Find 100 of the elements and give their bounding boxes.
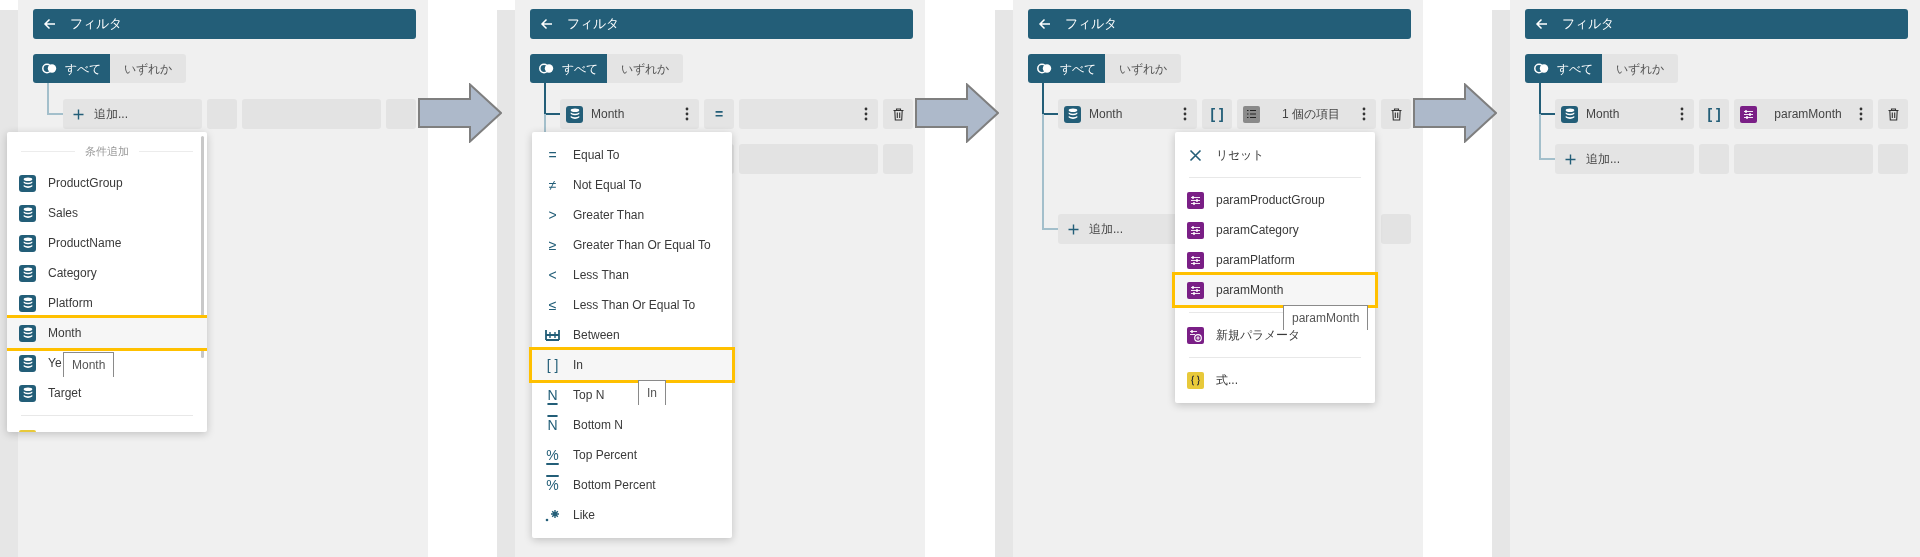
- trash-icon: [1887, 107, 1899, 121]
- menu-item[interactable]: 式...: [1175, 365, 1250, 395]
- parameter-icon: [1187, 251, 1204, 269]
- mode-tab[interactable]: いずれか: [1105, 54, 1181, 83]
- menu-item[interactable]: ProductGroup: [7, 168, 135, 198]
- parameter-icon: [1187, 191, 1204, 209]
- back-arrow-icon[interactable]: [1535, 18, 1548, 30]
- menu-item[interactable]: < Less Than: [532, 260, 641, 290]
- database-icon: [19, 384, 36, 402]
- field-select[interactable]: Month: [1058, 99, 1197, 129]
- intersect-icon: [1534, 63, 1549, 74]
- database-icon: [1064, 105, 1081, 123]
- header-title: フィルタ: [1562, 15, 1614, 34]
- delete-button[interactable]: [883, 99, 913, 129]
- operator-symbol: [ ]: [545, 358, 560, 372]
- database-icon: [19, 354, 36, 372]
- intersect-icon: [42, 63, 57, 74]
- operator-symbol: ≠: [547, 178, 558, 192]
- menu-item[interactable]: % Bottom Percent: [532, 470, 668, 500]
- mode-tab[interactable]: すべて: [33, 54, 110, 83]
- operator-button[interactable]: [ ]: [1202, 99, 1232, 129]
- parameter-icon: [1187, 221, 1204, 239]
- database-icon: [19, 174, 36, 192]
- menu-item[interactable]: paramMonth: [1175, 275, 1375, 305]
- mode-tab[interactable]: いずれか: [607, 54, 683, 83]
- menu-item[interactable]: Target: [7, 378, 94, 408]
- plus-icon: [1565, 153, 1576, 165]
- delete-button[interactable]: [1381, 99, 1411, 129]
- mode-tab[interactable]: すべて: [530, 54, 607, 83]
- operator-symbol: =: [547, 148, 558, 162]
- database-icon: [1561, 105, 1578, 123]
- operator-symbol: N: [546, 418, 559, 432]
- menu-item[interactable]: paramPlatform: [1175, 245, 1307, 275]
- menu-item[interactable]: Month: [7, 318, 207, 348]
- more-icon: [864, 107, 868, 121]
- mode-tab[interactable]: すべて: [1525, 54, 1602, 83]
- between-icon: [544, 329, 561, 341]
- menu-item[interactable]: ≥ Greater Than Or Equal To: [532, 230, 723, 260]
- field-select[interactable]: Month: [560, 99, 699, 129]
- mode-tab[interactable]: すべて: [1028, 54, 1105, 83]
- add-button[interactable]: 追加...: [63, 99, 202, 129]
- plus-icon: [1068, 223, 1079, 235]
- menu-item[interactable]: N Top N: [532, 380, 617, 410]
- scrollbar[interactable]: [201, 136, 204, 358]
- operator-button[interactable]: =: [704, 99, 734, 129]
- operator-button[interactable]: [ ]: [1699, 99, 1729, 129]
- header-title: フィルタ: [70, 15, 122, 34]
- menu-item[interactable]: % Top Percent: [532, 440, 650, 470]
- section-heading: 条件追加: [85, 143, 129, 159]
- list-icon: [1243, 105, 1260, 123]
- trash-icon: [892, 107, 904, 121]
- mode-tab[interactable]: いずれか: [110, 54, 186, 83]
- plus-icon: [73, 108, 84, 120]
- parameter-icon: [1740, 105, 1757, 123]
- braces-icon: [1187, 371, 1204, 389]
- trash-icon: [1390, 107, 1402, 121]
- more-icon: [685, 107, 689, 121]
- menu-item[interactable]: [ ] In: [532, 350, 732, 380]
- database-icon: [19, 204, 36, 222]
- more-icon: [1859, 107, 1863, 121]
- database-icon: [19, 324, 36, 342]
- menu-item[interactable]: ProductName: [7, 228, 134, 258]
- tooltip: In: [638, 380, 666, 405]
- menu-item[interactable]: N Bottom N: [532, 410, 635, 440]
- menu-item[interactable]: paramProductGroup: [1175, 185, 1337, 215]
- menu-item[interactable]: Sales: [7, 198, 91, 228]
- back-arrow-icon[interactable]: [43, 18, 56, 30]
- menu-item[interactable]: リセット: [1175, 140, 1276, 170]
- menu-item[interactable]: Category: [7, 258, 109, 288]
- operator-symbol: %: [545, 448, 560, 462]
- intersect-icon: [1037, 63, 1052, 74]
- mode-tab[interactable]: いずれか: [1602, 54, 1678, 83]
- menu-item[interactable]: > Greater Than: [532, 200, 657, 230]
- add-parameter-icon: [1187, 326, 1204, 344]
- parameter-icon: [1187, 281, 1204, 299]
- field-select[interactable]: Month: [1555, 99, 1694, 129]
- add-button[interactable]: 追加...: [1555, 144, 1694, 174]
- database-icon: [566, 105, 583, 123]
- more-icon: [1362, 107, 1366, 121]
- operator-symbol: N: [546, 388, 559, 402]
- database-icon: [19, 234, 36, 252]
- operator-symbol: >: [547, 208, 558, 222]
- menu-item[interactable]: Platform: [7, 288, 105, 318]
- operator-symbol: ≤: [547, 298, 558, 312]
- tooltip: Month: [63, 352, 115, 377]
- menu-item[interactable]: ≤ Less Than Or Equal To: [532, 290, 708, 320]
- menu-item[interactable]: Between: [532, 320, 632, 350]
- database-icon: [19, 264, 36, 282]
- menu-item[interactable]: ≠ Not Equal To: [532, 170, 654, 200]
- value-select[interactable]: 1 個の項目: [1237, 99, 1376, 129]
- database-icon: [19, 294, 36, 312]
- back-arrow-icon[interactable]: [540, 18, 553, 30]
- more-icon: [1183, 107, 1187, 121]
- menu-item[interactable]: = Equal To: [532, 140, 632, 170]
- delete-button[interactable]: [1878, 99, 1908, 129]
- menu-item[interactable]: Like: [532, 500, 607, 530]
- header-title: フィルタ: [567, 15, 619, 34]
- back-arrow-icon[interactable]: [1038, 18, 1051, 30]
- value-select[interactable]: paramMonth: [1734, 99, 1873, 129]
- intersect-icon: [539, 63, 554, 74]
